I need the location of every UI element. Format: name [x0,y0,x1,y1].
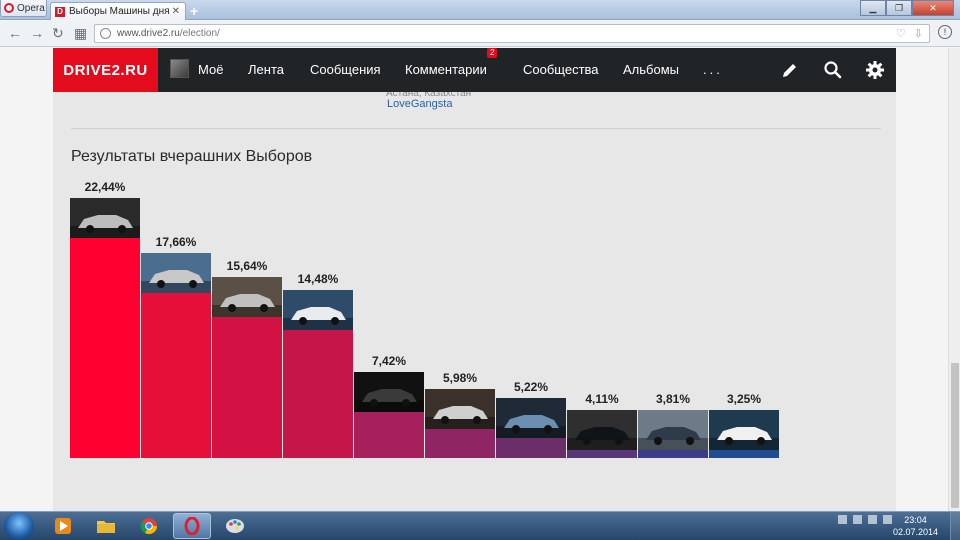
nav-item-communities[interactable]: Сообщества [523,62,599,77]
tray-network-icon[interactable] [868,515,877,524]
clock-date: 02.07.2014 [892,527,938,537]
bar-column-1[interactable]: 22,44% [70,176,140,458]
chrome-icon[interactable] [130,513,168,539]
opera-logo-icon [4,3,14,13]
windows-media-player-icon[interactable] [44,513,82,539]
download-icon[interactable]: ⇩ [914,27,923,40]
car-photo-thumbnail[interactable] [212,276,282,317]
bar-column-10[interactable]: 3,25% [709,388,779,458]
car-photo-thumbnail[interactable] [496,397,566,438]
minimize-icon[interactable]: ▁ [860,0,886,16]
address-bar: ← → ↻ ▦ www.drive2.ru/election/ ♡ ⇩ ! [0,21,960,47]
bar-percent-label: 3,81% [655,392,691,406]
car-photo-thumbnail[interactable] [141,253,211,294]
bar-column-2[interactable]: 17,66% [141,231,211,458]
url-input[interactable]: www.drive2.ru/election/ ♡ ⇩ [94,24,930,43]
car-photo-thumbnail[interactable] [283,290,353,331]
forward-icon[interactable]: → [30,25,44,41]
windows-taskbar: 23:04 02.07.2014 [0,511,960,540]
new-tab-icon[interactable]: + [190,3,198,19]
info-icon[interactable]: ! [938,25,952,39]
globe-icon [100,28,111,39]
back-icon[interactable]: ← [8,25,22,41]
results-bar-chart: 22,44% 17,66% 15,64% 14,48% 7,42% 5,98% 5,22% 4… [70,168,782,458]
username-link[interactable]: LoveGangsta [387,98,452,110]
opera-menu-label: Opera [17,2,45,14]
folder-icon[interactable] [87,513,125,539]
drive2-favicon-icon: D [55,6,65,17]
car-photo-thumbnail[interactable] [638,410,708,450]
nav-item-more[interactable]: ... [703,62,723,77]
divider [71,128,881,129]
car-photo-thumbnail[interactable] [709,410,779,450]
taskbar-clock[interactable]: 23:04 02.07.2014 [893,514,938,538]
site-logo[interactable]: DRIVE2.RU [53,48,158,92]
opera-menu-button[interactable]: Opera [0,0,47,17]
opera-icon[interactable] [173,513,211,539]
comments-badge: 2 [487,48,498,58]
bar-column-3[interactable]: 15,64% [212,255,282,458]
car-photo-thumbnail[interactable] [70,198,140,238]
search-icon[interactable] [823,60,843,80]
nav-item-comments[interactable]: Комментарии [405,62,487,77]
gear-icon[interactable] [865,60,885,80]
window-controls: ▁ ❐ ✕ [860,0,954,16]
car-photo-thumbnail[interactable] [425,388,495,429]
bar-percent-label: 4,11% [585,392,619,406]
bar-column-6[interactable]: 5,98% [425,367,495,458]
bar-percent-label: 5,22% [513,379,549,394]
browser-tab-strip: Opera D Выборы Машины дня ✕ + ▁ ❐ ✕ [0,0,960,20]
bar-percent-label: 17,66% [155,235,197,250]
tray-volume-icon[interactable] [883,515,892,524]
bar-column-7[interactable]: 5,22% [496,376,566,458]
bar-percent-label: 5,98% [442,370,478,385]
bar-column-9[interactable]: 3,81% [638,388,708,458]
avatar[interactable] [170,59,189,78]
restore-icon[interactable]: ❐ [886,0,912,16]
close-window-icon[interactable]: ✕ [912,0,954,16]
clock-time: 23:04 [904,515,927,525]
bar-column-5[interactable]: 7,42% [354,350,424,458]
close-tab-icon[interactable]: ✕ [172,6,180,17]
results-title: Результаты вчерашних Выборов [71,148,313,165]
browser-tab[interactable]: D Выборы Машины дня ✕ [50,2,186,20]
scroll-thumb[interactable] [951,363,959,508]
show-desktop-button[interactable] [950,512,960,540]
paint-icon[interactable] [216,513,254,539]
tray-arrow-icon[interactable] [838,515,847,524]
car-photo-thumbnail[interactable] [354,372,424,413]
pencil-icon[interactable] [780,60,800,80]
bar-percent-label: 3,25% [726,392,762,406]
page-viewport: Астана, Казахстан LoveGangsta DRIVE2.RU … [0,48,960,511]
reload-icon[interactable]: ↻ [52,25,64,42]
bar-percent-label: 7,42% [371,354,407,369]
nav-item-feed[interactable]: Лента [248,62,284,77]
site-header: DRIVE2.RU Моё Лента Сообщения Комментари… [53,48,896,92]
start-button[interactable] [4,512,34,540]
vertical-scrollbar[interactable] [948,48,960,511]
nav-item-messages[interactable]: Сообщения [310,62,381,77]
browser-tab-title: Выборы Машины дня [69,6,170,17]
bar-percent-label: 22,44% [84,180,126,194]
url-host: www.drive2.ru [117,28,180,39]
tray-flag-icon[interactable] [853,515,862,524]
bar-column-8[interactable]: 4,11% [567,388,637,458]
bar-column-4[interactable]: 14,48% [283,268,353,458]
nav-item-moe[interactable]: Моё [198,62,223,77]
car-photo-thumbnail[interactable] [567,410,637,450]
bar-percent-label: 15,64% [226,258,268,273]
bookmark-heart-icon[interactable]: ♡ [896,27,906,40]
bar-percent-label: 14,48% [297,272,339,287]
speed-dial-icon[interactable]: ▦ [74,25,87,42]
nav-item-albums[interactable]: Альбомы [623,62,679,77]
url-path: /election/ [179,28,220,39]
